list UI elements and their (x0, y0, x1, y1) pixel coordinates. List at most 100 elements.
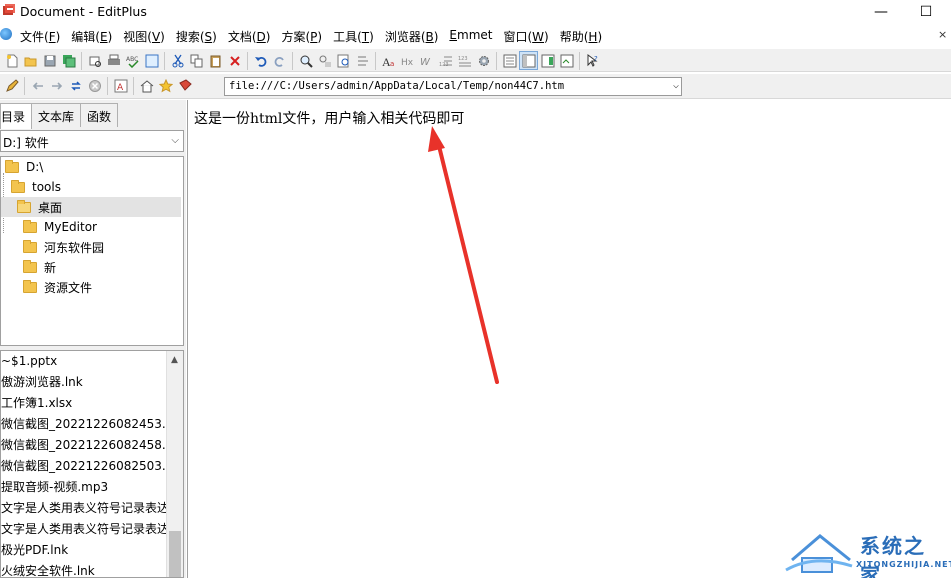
folder-icon (5, 159, 19, 173)
tree-item-label: 桌面 (38, 200, 63, 215)
drive-dropdown[interactable]: D:] 软件 ⌵ (0, 130, 184, 152)
menu-item-0[interactable]: 文件(F) (20, 28, 71, 45)
window-title: Document - EditPlus (20, 4, 147, 19)
folder-icon (11, 179, 25, 193)
font-icon[interactable]: Aa (379, 51, 398, 70)
minimize-button[interactable]: — (858, 0, 904, 24)
delete-icon[interactable] (225, 51, 244, 70)
svg-text:?: ? (594, 55, 598, 63)
print-icon[interactable] (104, 51, 123, 70)
list-item[interactable]: 文字是人类用表义符号记录表达信息 (1, 519, 183, 540)
word-wrap-icon[interactable]: W (417, 51, 436, 70)
settings-gear-icon[interactable] (474, 51, 493, 70)
menu-item-1[interactable]: 编辑(E) (71, 28, 123, 45)
directory-window-icon[interactable] (519, 51, 538, 70)
tree-item[interactable]: D:\ (1, 157, 43, 177)
stop-icon[interactable] (85, 76, 104, 95)
print-preview-icon[interactable] (85, 51, 104, 70)
tab-functions[interactable]: 函数 (80, 103, 119, 127)
copy-icon[interactable] (187, 51, 206, 70)
menu-item-8[interactable]: Emmet (449, 28, 503, 45)
tree-item[interactable]: 桌面 (1, 197, 181, 217)
list-item[interactable]: 微信截图_20221226082503.png (1, 456, 183, 477)
list-item[interactable]: 工作簿1.xlsx (1, 393, 72, 414)
save-icon[interactable] (40, 51, 59, 70)
tree-item[interactable]: tools (1, 177, 61, 197)
list-item[interactable]: 火绒安全软件.lnk (1, 561, 95, 577)
chevron-down-icon[interactable]: ⌵ (171, 135, 179, 146)
tree-item-label: 资源文件 (44, 280, 93, 295)
tree-item[interactable]: MyEditor (1, 217, 97, 237)
paste-icon[interactable] (206, 51, 225, 70)
svg-text:Hx: Hx (401, 58, 414, 68)
list-item[interactable]: 文字是人类用表义符号记录表达信息 (1, 498, 183, 519)
folder-icon (23, 219, 37, 233)
home-icon[interactable] (137, 76, 156, 95)
menu-item-5[interactable]: 方案(P) (281, 28, 333, 45)
tab-directory[interactable]: 目录 (0, 103, 33, 129)
find-icon[interactable] (296, 51, 315, 70)
forward-arrow-icon[interactable] (47, 76, 66, 95)
list-item[interactable]: 微信截图_20221226082458.png (1, 435, 183, 456)
scroll-up-icon[interactable]: ▲ (166, 351, 183, 368)
undo-icon[interactable] (251, 51, 270, 70)
menu-bar: 文件(F) 编辑(E) 视图(V) 搜索(S) 文档(D) 方案(P) 工具(T) 浏览器(B… (0, 26, 951, 46)
editor-area[interactable]: 这是一份html文件，用户输入相关代码即可 (187, 100, 951, 578)
document-globe-icon[interactable] (0, 28, 12, 40)
tab-cliptext[interactable]: 文本库 (31, 103, 82, 127)
menu-item-2[interactable]: 视图(V) (123, 28, 176, 45)
file-list-scrollbar[interactable]: ▲ (166, 351, 183, 577)
replace-icon[interactable] (315, 51, 334, 70)
list-item[interactable]: 极光PDF.lnk (1, 540, 68, 561)
list-item[interactable]: 提取音频-视频.mp3 (1, 477, 108, 498)
folder-icon (23, 239, 37, 253)
find-in-files-icon[interactable] (334, 51, 353, 70)
cut-icon[interactable] (168, 51, 187, 70)
file-list: ~$1.pptx 傲游浏览器.lnk 工作簿1.xlsx 微信截图_202212260… (0, 350, 184, 578)
tree-item-label: tools (32, 180, 61, 194)
menu-item-3[interactable]: 搜索(S) (176, 28, 228, 45)
menu-item-6[interactable]: 工具(T) (333, 28, 385, 45)
watermark-logo-text: 系统之家 (860, 534, 926, 578)
tree-item-label: MyEditor (44, 220, 97, 234)
pencil-icon[interactable] (2, 76, 21, 95)
help-pointer-icon[interactable]: ? (583, 51, 602, 70)
document-close-icon[interactable]: × (938, 28, 947, 41)
maximize-button[interactable]: ☐ (903, 0, 949, 24)
cliptext-window-icon[interactable] (538, 51, 557, 70)
new-file-icon[interactable] (2, 51, 21, 70)
menu-item-7[interactable]: 浏览器(B) (385, 28, 450, 45)
bookmark-icon[interactable] (175, 76, 194, 95)
tree-item[interactable]: 新 (1, 257, 56, 277)
open-file-icon[interactable] (21, 51, 40, 70)
menu-item-10[interactable]: 帮助(H) (560, 28, 613, 45)
browser-preview-icon[interactable] (142, 51, 161, 70)
refresh-icon[interactable] (66, 76, 85, 95)
file-path-combobox[interactable]: file:///C:/Users/admin/AppData/Local/Tem… (224, 77, 682, 96)
tree-item[interactable]: 河东软件园 (1, 237, 104, 257)
svg-text:W: W (420, 57, 431, 68)
spell-check-icon[interactable]: ABC (123, 51, 142, 70)
tree-item[interactable]: 资源文件 (1, 277, 92, 297)
list-item[interactable]: 微信截图_20221226082453.png (1, 414, 183, 435)
redo-icon[interactable] (270, 51, 289, 70)
window-list-icon[interactable] (500, 51, 519, 70)
ruler-icon[interactable]: 123 (455, 51, 474, 70)
editor-text-line[interactable]: 这是一份html文件，用户输入相关代码即可 (194, 108, 464, 128)
scrollbar-thumb[interactable] (169, 531, 181, 577)
back-arrow-icon[interactable] (28, 76, 47, 95)
svg-text:123: 123 (439, 62, 449, 68)
line-numbers-icon[interactable]: 123 (436, 51, 455, 70)
folder-tree: D:\ tools 桌面 MyEditor 河东软件园新资源文件 (0, 156, 184, 346)
chevron-down-icon[interactable]: ⌵ (673, 80, 679, 91)
menu-item-9[interactable]: 窗口(W) (503, 28, 559, 45)
list-item[interactable]: 傲游浏览器.lnk (1, 372, 83, 393)
favorites-star-icon[interactable] (156, 76, 175, 95)
list-item[interactable]: ~$1.pptx (1, 351, 57, 372)
text-format-icon[interactable]: A (111, 76, 130, 95)
hex-view-icon[interactable]: Hx (398, 51, 417, 70)
output-window-icon[interactable] (557, 51, 576, 70)
menu-item-4[interactable]: 文档(D) (228, 28, 282, 45)
goto-line-icon[interactable] (353, 51, 372, 70)
save-all-icon[interactable] (59, 51, 78, 70)
